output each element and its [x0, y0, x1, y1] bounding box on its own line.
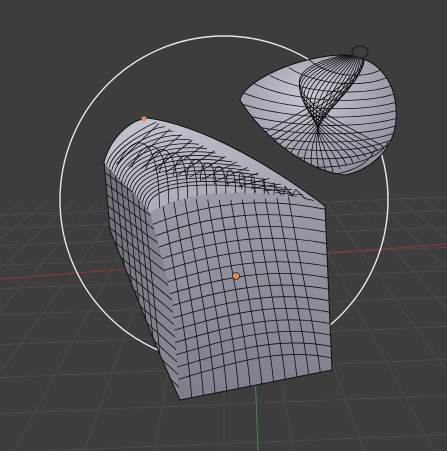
top-origin-point[interactable]: [141, 116, 147, 122]
viewport-canvas[interactable]: [0, 0, 447, 451]
teardrop-tip-vertex-ring: [351, 45, 369, 59]
object-origin-point[interactable]: [232, 272, 240, 280]
3d-viewport[interactable]: [0, 0, 447, 451]
